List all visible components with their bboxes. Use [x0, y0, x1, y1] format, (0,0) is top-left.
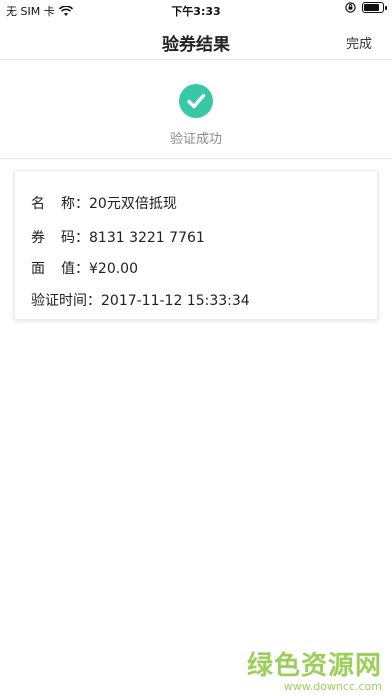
battery-icon	[362, 2, 387, 13]
navigation-bar: 验券结果 完成	[0, 20, 392, 60]
verification-status-text: 验证成功	[169, 132, 222, 147]
coupon-name-label-b: 称：	[61, 196, 89, 212]
coupon-code-label-b: 码：	[61, 230, 89, 246]
verification-result-panel: 验证成功	[0, 61, 392, 159]
verification-time-value: 2017-11-12 15:33:34	[101, 293, 250, 309]
status-time: 下午3:33	[171, 5, 221, 18]
watermark-logo: 绿色资源网 www.downcc.com	[247, 645, 382, 693]
coupon-name-label-a: 名	[31, 196, 45, 212]
done-button[interactable]: 完成	[346, 33, 372, 52]
coupon-name-row: 名称：20元双倍抵现	[31, 193, 177, 213]
coupon-face-label-b: 值：	[61, 261, 89, 277]
orientation-lock-icon	[345, 2, 356, 13]
watermark-title: 绿色资源网	[246, 651, 382, 681]
coupon-face-value: ¥20.00	[89, 261, 138, 277]
coupon-code-value: 8131 3221 7761	[89, 230, 205, 246]
coupon-face-label-a: 面	[31, 261, 45, 277]
coupon-code-label-a: 券	[31, 230, 45, 246]
watermark-url: www.downcc.com	[283, 680, 382, 693]
success-check-icon	[179, 84, 213, 118]
coupon-details-card: 名称：20元双倍抵现 券码：8131 3221 7761 面值：¥20.00 验…	[14, 170, 378, 320]
verification-time-label: 验证时间：	[31, 293, 101, 309]
coupon-code-row: 券码：8131 3221 7761	[31, 227, 205, 247]
coupon-face-value-row: 面值：¥20.00	[31, 258, 138, 278]
status-right	[345, 2, 387, 13]
status-bar: 无 SIM 卡 下午3:33	[0, 0, 392, 20]
page-title: 验券结果	[162, 35, 230, 55]
coupon-name-value: 20元双倍抵现	[89, 196, 177, 212]
verification-time-row: 验证时间：2017-11-12 15:33:34	[31, 290, 250, 310]
